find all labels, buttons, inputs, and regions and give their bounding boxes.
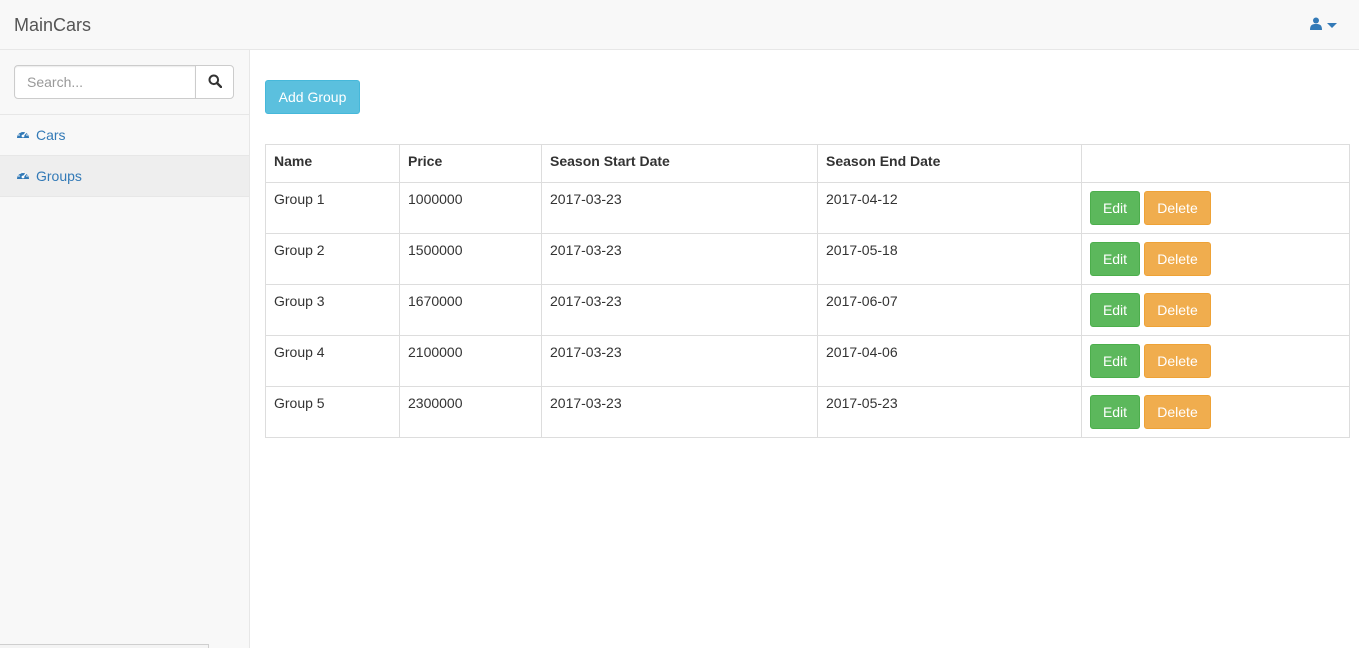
dashboard-icon xyxy=(16,127,30,143)
top-navbar: MainCars xyxy=(0,0,1359,50)
sidebar: Cars Groups xyxy=(0,50,250,648)
search-button[interactable] xyxy=(195,65,234,99)
column-header-price: Price xyxy=(399,144,542,183)
cell-season-start: 2017-03-23 xyxy=(541,284,818,336)
column-header-season-end: Season End Date xyxy=(817,144,1082,183)
delete-button[interactable]: Delete xyxy=(1144,395,1211,429)
edit-button[interactable]: Edit xyxy=(1090,293,1140,327)
cell-name: Group 1 xyxy=(265,182,400,234)
cell-actions: Edit Delete xyxy=(1081,335,1350,387)
cell-season-start: 2017-03-23 xyxy=(541,386,818,438)
cell-name: Group 5 xyxy=(265,386,400,438)
user-menu-dropdown[interactable] xyxy=(1310,16,1337,34)
table-row: Group 4 2100000 2017-03-23 2017-04-06 Ed… xyxy=(265,335,1350,387)
chevron-down-icon xyxy=(1327,22,1337,28)
table-row: Group 3 1670000 2017-03-23 2017-06-07 Ed… xyxy=(265,284,1350,336)
cell-season-end: 2017-04-12 xyxy=(817,182,1082,234)
groups-table: Name Price Season Start Date Season End … xyxy=(265,144,1350,438)
table-row: Group 5 2300000 2017-03-23 2017-05-23 Ed… xyxy=(265,386,1350,438)
cell-season-end: 2017-05-18 xyxy=(817,233,1082,285)
cell-price: 2100000 xyxy=(399,335,542,387)
cell-price: 2300000 xyxy=(399,386,542,438)
sidebar-item-label: Groups xyxy=(36,168,82,184)
user-icon xyxy=(1310,17,1322,33)
delete-button[interactable]: Delete xyxy=(1144,344,1211,378)
sidebar-scrollbar[interactable] xyxy=(0,644,209,648)
cell-actions: Edit Delete xyxy=(1081,182,1350,234)
cell-price: 1000000 xyxy=(399,182,542,234)
column-header-name: Name xyxy=(265,144,400,183)
edit-button[interactable]: Edit xyxy=(1090,191,1140,225)
cell-name: Group 2 xyxy=(265,233,400,285)
main-content: Add Group xyxy=(265,80,360,114)
sidebar-item-label: Cars xyxy=(36,127,66,143)
table-header-row: Name Price Season Start Date Season End … xyxy=(265,144,1350,183)
cell-season-end: 2017-05-23 xyxy=(817,386,1082,438)
edit-button[interactable]: Edit xyxy=(1090,242,1140,276)
cell-name: Group 4 xyxy=(265,335,400,387)
sidebar-item-cars[interactable]: Cars xyxy=(0,115,249,156)
cell-season-end: 2017-04-06 xyxy=(817,335,1082,387)
delete-button[interactable]: Delete xyxy=(1144,293,1211,327)
cell-price: 1500000 xyxy=(399,233,542,285)
search-input[interactable] xyxy=(14,65,196,99)
cell-price: 1670000 xyxy=(399,284,542,336)
brand-title[interactable]: MainCars xyxy=(14,14,91,36)
cell-season-end: 2017-06-07 xyxy=(817,284,1082,336)
cell-season-start: 2017-03-23 xyxy=(541,182,818,234)
cell-name: Group 3 xyxy=(265,284,400,336)
delete-button[interactable]: Delete xyxy=(1144,191,1211,225)
sidebar-search xyxy=(0,50,249,115)
cell-season-start: 2017-03-23 xyxy=(541,233,818,285)
cell-actions: Edit Delete xyxy=(1081,386,1350,438)
table-row: Group 1 1000000 2017-03-23 2017-04-12 Ed… xyxy=(265,182,1350,234)
edit-button[interactable]: Edit xyxy=(1090,395,1140,429)
sidebar-item-groups[interactable]: Groups xyxy=(0,156,249,197)
table-row: Group 2 1500000 2017-03-23 2017-05-18 Ed… xyxy=(265,233,1350,285)
delete-button[interactable]: Delete xyxy=(1144,242,1211,276)
cell-season-start: 2017-03-23 xyxy=(541,335,818,387)
add-group-button[interactable]: Add Group xyxy=(265,80,360,114)
column-header-actions xyxy=(1081,144,1350,183)
edit-button[interactable]: Edit xyxy=(1090,344,1140,378)
cell-actions: Edit Delete xyxy=(1081,233,1350,285)
cell-actions: Edit Delete xyxy=(1081,284,1350,336)
search-icon xyxy=(208,74,222,91)
column-header-season-start: Season Start Date xyxy=(541,144,818,183)
dashboard-icon xyxy=(16,168,30,184)
